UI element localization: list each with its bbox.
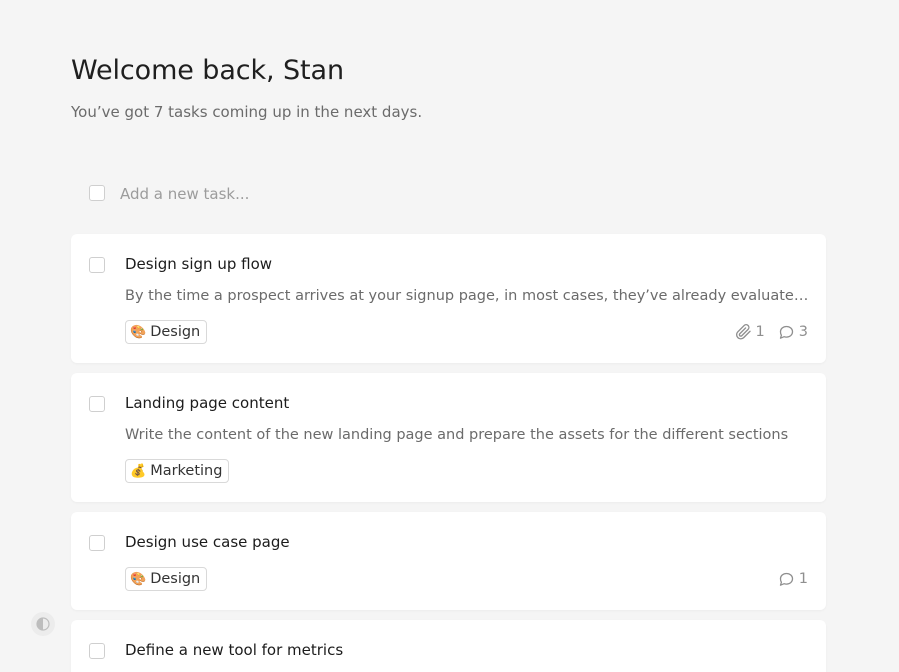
task-checkbox[interactable] <box>89 535 105 551</box>
task-description: Write the content of the new landing pag… <box>125 427 789 443</box>
money-bag-icon: 💰 <box>130 463 147 479</box>
task-checkbox[interactable] <box>89 257 105 273</box>
task-checkbox[interactable] <box>89 396 105 412</box>
task-card[interactable]: Design use case page 🎨 Design 1 <box>71 512 826 610</box>
task-card[interactable]: Landing page content Write the content o… <box>71 373 826 502</box>
speech-bubble-icon <box>779 325 793 339</box>
attachment-count-value: 1 <box>755 324 765 340</box>
task-meta: 1 <box>778 569 808 589</box>
task-checkbox[interactable] <box>89 643 105 659</box>
page-subtitle: You’ve got 7 tasks coming up in the next… <box>71 103 423 121</box>
new-task-row <box>71 176 826 212</box>
attachment-count[interactable]: 1 <box>734 323 765 341</box>
comment-count[interactable]: 1 <box>778 571 808 588</box>
comment-count[interactable]: 3 <box>778 324 808 341</box>
paperclip-icon <box>735 324 751 340</box>
new-task-input[interactable] <box>120 182 620 206</box>
palette-icon: 🎨 <box>130 571 147 587</box>
comment-count-value: 3 <box>798 324 808 340</box>
speech-bubble-icon <box>779 572 793 586</box>
task-title: Define a new tool for metrics <box>125 641 344 659</box>
new-task-checkbox[interactable] <box>89 185 105 201</box>
task-title: Design use case page <box>125 533 290 551</box>
theme-toggle-button[interactable] <box>31 612 55 636</box>
task-title: Landing page content <box>125 394 290 412</box>
task-tag[interactable]: 🎨 Design <box>125 320 208 344</box>
task-card[interactable]: Define a new tool for metrics <box>71 620 826 672</box>
page-title: Welcome back, Stan <box>71 55 344 86</box>
task-meta: 1 3 <box>734 322 808 342</box>
comment-count-value: 1 <box>798 571 808 587</box>
task-description: By the time a prospect arrives at your s… <box>125 288 809 304</box>
task-tag-label: Design <box>150 324 201 340</box>
task-title: Design sign up flow <box>125 255 273 273</box>
task-tag[interactable]: 🎨 Design <box>125 567 208 591</box>
half-circle-theme-icon <box>36 617 50 631</box>
task-tag[interactable]: 💰 Marketing <box>125 459 230 483</box>
task-tag-label: Marketing <box>150 463 223 479</box>
task-card[interactable]: Design sign up flow By the time a prospe… <box>71 234 826 363</box>
palette-icon: 🎨 <box>130 324 147 340</box>
task-tag-label: Design <box>150 571 201 587</box>
